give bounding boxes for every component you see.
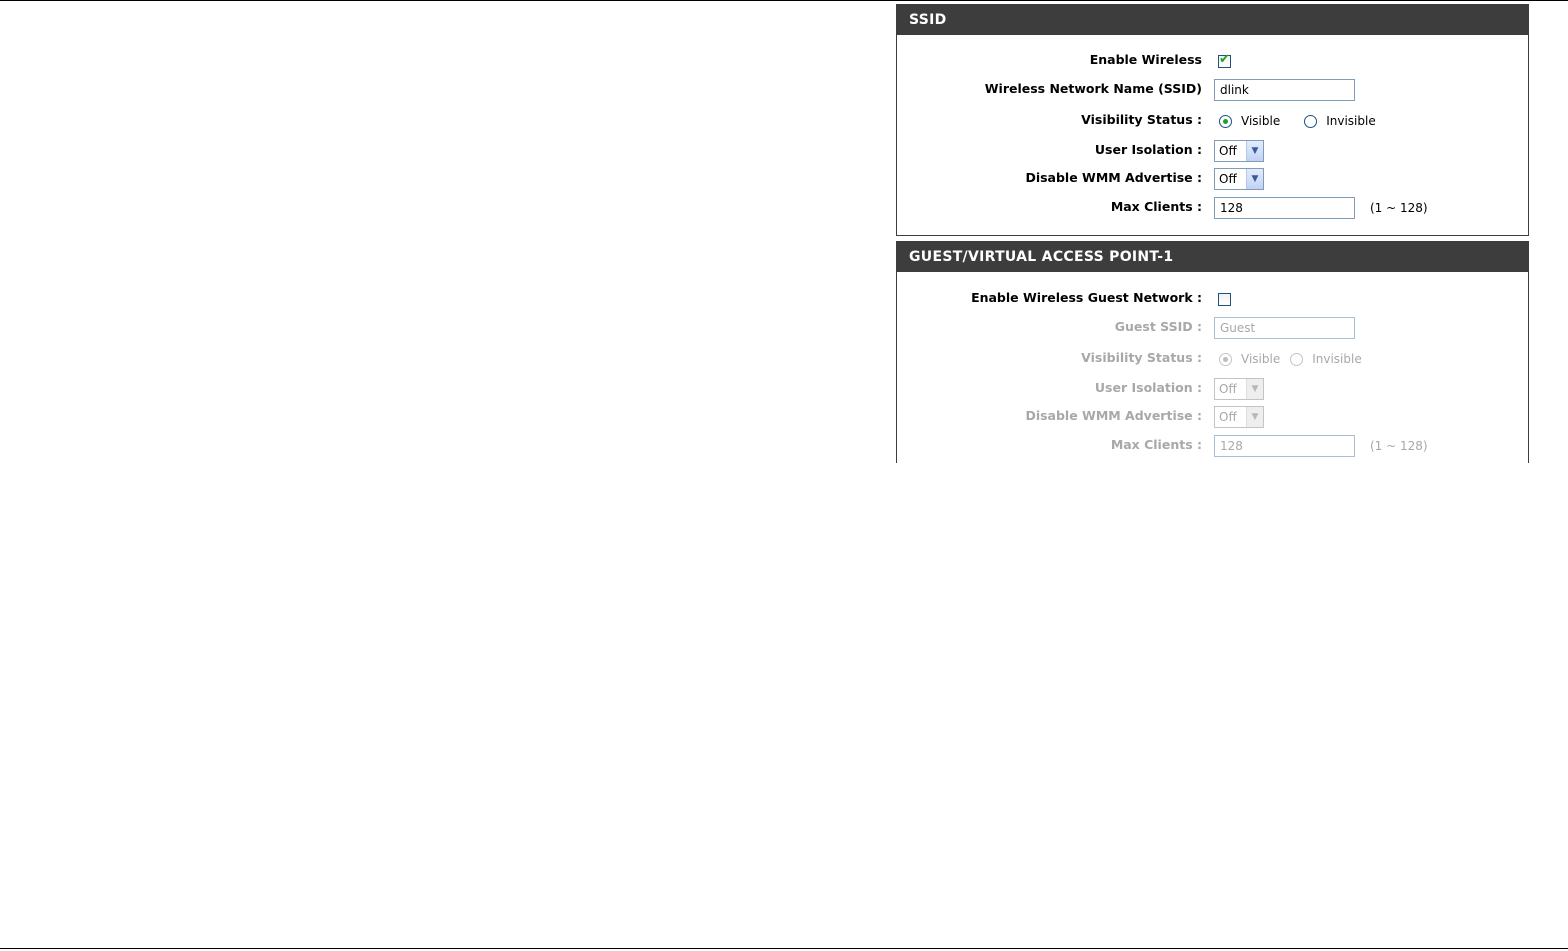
user-isolation-label: User Isolation : xyxy=(1094,142,1202,157)
enable-guest-row: Enable Wireless Guest Network : xyxy=(897,287,1528,311)
disable-wmm-label: Disable WMM Advertise : xyxy=(1025,170,1202,185)
enable-wireless-row: Enable Wireless ✔ xyxy=(897,49,1528,73)
disable-wmm-select[interactable]: Off ▼ xyxy=(1214,168,1264,190)
max-clients-range-hint: (1 ~ 128) xyxy=(1370,201,1428,215)
disable-wmm-value: Off xyxy=(1219,172,1237,186)
visible-radio[interactable] xyxy=(1219,114,1232,128)
visible-radio-label: Visible xyxy=(1241,114,1281,128)
network-name-label: Wireless Network Name (SSID) xyxy=(984,81,1202,96)
disable-wmm-row: Disable WMM Advertise : Off ▼ xyxy=(897,167,1528,191)
enable-guest-label: Enable Wireless Guest Network : xyxy=(971,290,1202,305)
network-name-row: Wireless Network Name (SSID) dlink xyxy=(897,78,1528,102)
page-bottom-rule xyxy=(0,948,1568,949)
checkmark-icon: ✔ xyxy=(1219,51,1230,67)
enable-wireless-checkbox[interactable]: ✔ xyxy=(1218,51,1231,68)
radio-selected-dot xyxy=(1223,356,1228,362)
max-clients-label: Max Clients : xyxy=(1110,199,1202,214)
guest-visibility-row: Visibility Status : Visible Invisible xyxy=(897,347,1528,371)
invisible-radio[interactable] xyxy=(1304,114,1318,128)
guest-max-clients-row: Max Clients : 128 (1 ~ 128) xyxy=(897,434,1528,458)
ssid-panel: SSID Enable Wireless ✔ Wireless Network … xyxy=(896,4,1529,236)
guest-user-isolation-select[interactable]: Off ▼ xyxy=(1214,378,1264,400)
guest-visible-radio-label: Visible xyxy=(1241,352,1281,366)
user-isolation-select[interactable]: Off ▼ xyxy=(1214,140,1264,162)
guest-visible-radio[interactable] xyxy=(1219,352,1232,366)
radio-selected-dot xyxy=(1223,118,1228,124)
guest-invisible-radio-label: Invisible xyxy=(1312,352,1362,366)
max-clients-input[interactable]: 128 xyxy=(1214,197,1355,219)
guest-visibility-label: Visibility Status : xyxy=(1081,350,1202,365)
guest-ssid-label: Guest SSID : xyxy=(1114,319,1202,334)
page-top-rule xyxy=(0,0,1568,1)
guest-max-clients-range-hint: (1 ~ 128) xyxy=(1370,439,1428,453)
guest-disable-wmm-label: Disable WMM Advertise : xyxy=(1025,408,1202,423)
guest-ssid-input[interactable]: Guest xyxy=(1214,317,1355,339)
network-name-input[interactable]: dlink xyxy=(1214,79,1355,101)
guest-invisible-radio[interactable] xyxy=(1290,352,1304,366)
guest-disable-wmm-value: Off xyxy=(1219,410,1237,424)
guest-panel-title: GUEST/VIRTUAL ACCESS POINT-1 xyxy=(897,242,1528,272)
chevron-down-icon[interactable]: ▼ xyxy=(1246,407,1263,427)
guest-max-clients-label: Max Clients : xyxy=(1110,437,1202,452)
visibility-status-label: Visibility Status : xyxy=(1081,112,1202,127)
enable-wireless-label: Enable Wireless xyxy=(1089,52,1202,67)
guest-disable-wmm-select[interactable]: Off ▼ xyxy=(1214,406,1264,428)
guest-user-isolation-label: User Isolation : xyxy=(1094,380,1202,395)
chevron-down-icon[interactable]: ▼ xyxy=(1246,169,1263,189)
guest-user-isolation-value: Off xyxy=(1219,382,1237,396)
user-isolation-value: Off xyxy=(1219,144,1237,158)
chevron-down-icon[interactable]: ▼ xyxy=(1246,379,1263,399)
ssid-panel-title: SSID xyxy=(897,5,1528,35)
guest-disable-wmm-row: Disable WMM Advertise : Off ▼ xyxy=(897,405,1528,429)
invisible-radio-label: Invisible xyxy=(1326,114,1376,128)
user-isolation-row: User Isolation : Off ▼ xyxy=(897,139,1528,163)
guest-ssid-row: Guest SSID : Guest xyxy=(897,316,1528,340)
guest-user-isolation-row: User Isolation : Off ▼ xyxy=(897,377,1528,401)
visibility-status-row: Visibility Status : Visible Invisible xyxy=(897,109,1528,133)
enable-guest-checkbox[interactable] xyxy=(1218,292,1231,306)
guest-max-clients-input[interactable]: 128 xyxy=(1214,435,1355,457)
chevron-down-icon[interactable]: ▼ xyxy=(1246,141,1263,161)
max-clients-row: Max Clients : 128 (1 ~ 128) xyxy=(897,196,1528,220)
guest-panel: GUEST/VIRTUAL ACCESS POINT-1 Enable Wire… xyxy=(896,241,1529,463)
